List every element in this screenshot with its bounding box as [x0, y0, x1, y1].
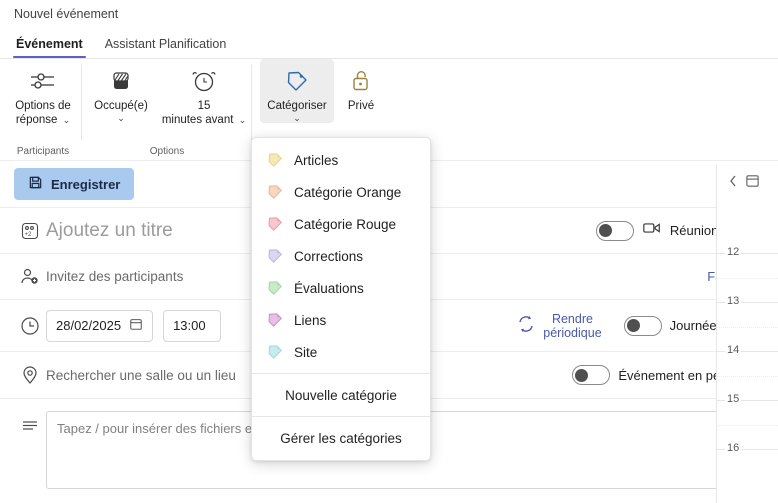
category-label: Catégorie Orange: [294, 184, 402, 200]
chevron-down-icon: ⌄: [293, 113, 301, 123]
tab-assistant-planification-label: Assistant Planification: [104, 37, 227, 51]
toggle-knob: [626, 319, 640, 332]
repeat-icon: [516, 314, 536, 337]
make-recurring-button[interactable]: Rendre périodique: [516, 311, 602, 340]
chevron-down-icon: ⌄: [62, 115, 71, 125]
category-item-orange[interactable]: Catégorie Orange: [252, 176, 430, 208]
manage-categories-label: Gérer les catégories: [280, 430, 402, 446]
busy-icon: [108, 65, 134, 97]
half-hour-line: [717, 425, 778, 426]
calendar-icon[interactable]: [745, 173, 760, 193]
category-item-articles[interactable]: Articles: [252, 144, 430, 176]
start-date-field[interactable]: 28/02/2025: [46, 309, 154, 342]
half-hour-line: [717, 327, 778, 328]
category-label: Articles: [294, 152, 339, 168]
tabbar: Événement Assistant Planification: [0, 28, 778, 59]
location-pin-icon: [14, 364, 46, 386]
response-options-button[interactable]: Options de réponse ⌄: [6, 59, 80, 127]
calendar-icon: [129, 317, 143, 334]
busy-status-button[interactable]: Occupé(e) ⌄: [84, 59, 158, 123]
start-time-field[interactable]: 13:00: [163, 309, 221, 342]
category-item-rouge[interactable]: Catégorie Rouge: [252, 208, 430, 240]
hour-label: 15: [725, 393, 742, 405]
chevron-left-icon[interactable]: [727, 174, 739, 193]
categorize-button[interactable]: Catégoriser ⌄: [260, 59, 334, 123]
allday-toggle[interactable]: [623, 315, 662, 336]
tab-assistant-planification[interactable]: Assistant Planification: [97, 33, 235, 58]
chevron-down-icon: ⌄: [238, 115, 247, 125]
window-title: Nouvel événement: [14, 7, 119, 21]
tag-icon: [266, 343, 284, 361]
svg-text:+2: +2: [25, 232, 33, 238]
video-camera-icon: [642, 220, 662, 241]
new-category-item[interactable]: Nouvelle catégorie: [252, 379, 430, 411]
busy-status-label: Occupé(e) ⌄: [94, 100, 148, 123]
calendar-hour-grid[interactable]: 12 13 14 15 16: [717, 201, 778, 498]
save-icon: [28, 175, 43, 193]
window-titlebar: Nouvel événement: [0, 0, 778, 28]
new-event-window: Nouvel événement Événement Assistant Pla…: [0, 0, 778, 503]
ribbon-group-options: Occupé(e) ⌄ 15 minutes avant ⌄ Options: [82, 59, 252, 160]
hour-label: 12: [725, 246, 742, 258]
ribbon-divider: [251, 65, 252, 140]
tab-evenement[interactable]: Événement: [8, 33, 91, 58]
tag-icon: [266, 151, 284, 169]
half-hour-line: [717, 376, 778, 377]
category-label: Évaluations: [294, 280, 364, 296]
tag-icon: [266, 279, 284, 297]
calendar-preview-strip: 12 13 14 15 16: [716, 165, 778, 503]
start-date-value: 28/02/2025: [56, 318, 122, 333]
calendar-hour-row: 16: [717, 442, 778, 498]
toggle-knob: [575, 368, 589, 382]
tag-icon: [266, 311, 284, 329]
response-options-label: Options de réponse ⌄: [15, 100, 71, 126]
text-lines-icon: [14, 411, 46, 437]
people-add-icon: +2: [14, 220, 46, 242]
category-item-evaluations[interactable]: Évaluations: [252, 272, 430, 304]
tag-icon: [282, 65, 312, 97]
category-label: Site: [294, 344, 318, 360]
reminder-button[interactable]: 15 minutes avant ⌄: [158, 59, 250, 127]
hour-label: 16: [725, 442, 742, 454]
category-item-site[interactable]: Site: [252, 336, 430, 368]
tab-evenement-label: Événement: [16, 37, 83, 51]
category-label: Corrections: [294, 248, 364, 264]
category-item-corrections[interactable]: Corrections: [252, 240, 430, 272]
ribbon-group-participants: Options de réponse ⌄ Participants: [4, 59, 82, 160]
half-hour-line: [717, 278, 778, 279]
ribbon-group-options-label: Options: [149, 146, 185, 157]
save-button[interactable]: Enregistrer: [14, 168, 135, 200]
category-label: Catégorie Rouge: [294, 216, 397, 232]
make-recurring-label: Rendre périodique: [543, 311, 602, 340]
hour-label: 14: [725, 344, 742, 356]
teams-meeting-toggle[interactable]: [595, 220, 634, 241]
new-category-label: Nouvelle catégorie: [285, 387, 397, 403]
start-time-value: 13:00: [173, 318, 206, 333]
category-item-liens[interactable]: Liens: [252, 304, 430, 336]
tag-icon: [266, 247, 284, 265]
ribbon-group-participants-label: Participants: [16, 146, 70, 157]
dropdown-divider: [252, 416, 430, 417]
private-label: Privé: [347, 100, 375, 112]
toggle-knob: [598, 224, 612, 237]
reminder-label: 15 minutes avant ⌄: [161, 100, 247, 126]
manage-categories-item[interactable]: Gérer les catégories: [252, 422, 430, 454]
person-add-icon: [14, 266, 46, 288]
chevron-down-icon: ⌄: [117, 113, 125, 123]
alarm-clock-icon: [189, 65, 219, 97]
sliders-icon: [27, 65, 59, 97]
dropdown-divider: [252, 373, 430, 374]
category-label: Liens: [294, 312, 327, 328]
unlock-icon: [348, 65, 374, 97]
categorize-label: Catégoriser ⌄: [267, 100, 327, 123]
tag-icon: [266, 183, 284, 201]
calendar-strip-header: [717, 165, 778, 201]
categorize-dropdown-menu: Articles Catégorie Orange Catégorie Roug…: [251, 137, 431, 461]
private-button[interactable]: Privé: [334, 59, 388, 113]
inperson-toggle[interactable]: [572, 365, 611, 385]
tag-icon: [266, 215, 284, 233]
save-button-label: Enregistrer: [51, 176, 121, 192]
clock-icon: [14, 315, 46, 337]
hour-label: 13: [725, 295, 742, 307]
